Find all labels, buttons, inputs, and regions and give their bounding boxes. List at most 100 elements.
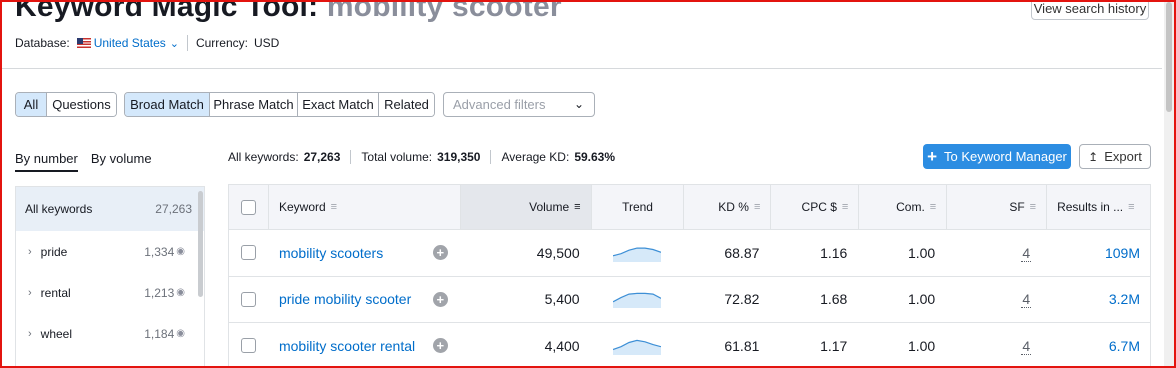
sf-link[interactable]: 4 xyxy=(1021,337,1032,355)
database-label: Database: xyxy=(15,36,70,50)
tab-questions[interactable]: Questions xyxy=(46,93,116,116)
row-select-cell xyxy=(229,245,268,261)
column-header-kd[interactable]: KD % ≡ xyxy=(683,185,770,229)
row-select-cell xyxy=(229,291,268,307)
trend-sparkline xyxy=(613,247,662,262)
keyword-groups-sidebar: All keywords 27,263 › pride 1,334 ◉ › re… xyxy=(15,186,205,368)
results-link[interactable]: 6.7M xyxy=(1109,338,1140,354)
column-header-sf[interactable]: SF ≡ xyxy=(946,185,1046,229)
select-all-cell xyxy=(229,185,268,229)
row-checkbox[interactable] xyxy=(240,338,256,354)
sort-icon: ≡ xyxy=(753,201,761,213)
tab-by-number[interactable]: By number xyxy=(15,151,78,172)
tab-related[interactable]: Related xyxy=(378,93,434,116)
keyword-link[interactable]: mobility scooter rental xyxy=(279,338,415,354)
volume-cell: 5,400 xyxy=(544,291,580,308)
com-cell: 1.00 xyxy=(907,337,936,354)
divider xyxy=(186,35,188,51)
eye-icon[interactable]: ◉ xyxy=(176,328,185,339)
page-title-query: mobility scooter xyxy=(326,0,562,23)
export-button[interactable]: ↥ Export xyxy=(1079,144,1151,169)
sidebar-scrollbar-thumb[interactable] xyxy=(198,191,203,297)
column-header-volume[interactable]: Volume ≡ xyxy=(459,185,591,229)
view-history-button[interactable]: View search history xyxy=(1031,0,1149,20)
to-keyword-manager-label: To Keyword Manager xyxy=(944,149,1067,164)
eye-icon[interactable]: ◉ xyxy=(176,246,185,257)
column-header-results[interactable]: Results in ... ≡ xyxy=(1046,185,1150,229)
header-divider xyxy=(2,68,1162,69)
question-filter-tabs: All Questions xyxy=(15,92,117,117)
column-header-com[interactable]: Com. ≡ xyxy=(858,185,946,229)
sort-icon: ≡ xyxy=(330,201,338,213)
row-checkbox[interactable] xyxy=(240,291,256,307)
currency-label: Currency: xyxy=(195,36,248,50)
page-scrollbar[interactable] xyxy=(1164,2,1174,366)
group-sort-tabs: By number By volume xyxy=(15,151,152,172)
to-keyword-manager-button[interactable]: + To Keyword Manager xyxy=(923,144,1071,169)
keyword-cell: pride mobility scooter + xyxy=(268,291,460,307)
kd-cell: 61.81 xyxy=(724,337,760,354)
tab-all[interactable]: All xyxy=(16,93,46,116)
results-link[interactable]: 109M xyxy=(1105,245,1140,261)
chevron-down-icon: ⌄ xyxy=(573,97,584,111)
sidebar-item-count: 1,184 xyxy=(144,326,175,341)
keyword-link[interactable]: pride mobility scooter xyxy=(279,291,411,307)
stat-keywords-label: All keywords: xyxy=(228,150,299,164)
sidebar-item-label: All keywords xyxy=(25,202,93,216)
database-row: Database: United States ⌄ Currency: USD xyxy=(15,35,279,51)
chevron-down-icon[interactable]: ⌄ xyxy=(170,37,179,50)
plus-icon: + xyxy=(927,146,938,166)
results-link[interactable]: 3.2M xyxy=(1109,291,1140,307)
column-header-cpc[interactable]: CPC $ ≡ xyxy=(770,185,858,229)
database-select[interactable]: United States xyxy=(94,36,166,50)
sort-icon: ≡ xyxy=(929,201,937,213)
results-cell: 3.2M xyxy=(1046,291,1150,307)
divider xyxy=(350,150,352,164)
eye-icon[interactable]: ◉ xyxy=(176,287,185,298)
sidebar-item-wheel[interactable]: › wheel 1,184 ◉ xyxy=(16,313,204,354)
column-header-keyword[interactable]: Keyword ≡ xyxy=(267,185,460,229)
chevron-right-icon[interactable]: › xyxy=(28,328,32,340)
sidebar-item-all-keywords[interactable]: All keywords 27,263 xyxy=(16,187,204,231)
sidebar-item-pride[interactable]: › pride 1,334 ◉ xyxy=(16,231,204,272)
advanced-filters-placeholder: Advanced filters xyxy=(453,97,546,112)
volume-cell: 49,500 xyxy=(536,244,580,261)
row-checkbox[interactable] xyxy=(240,245,256,261)
match-type-tabs: Broad Match Phrase Match Exact Match Rel… xyxy=(124,92,435,117)
add-keyword-icon[interactable]: + xyxy=(432,291,448,307)
trend-area xyxy=(613,340,662,355)
keyword-cell: mobility scooter rental + xyxy=(268,338,460,354)
tab-broad-match[interactable]: Broad Match xyxy=(125,93,209,116)
keyword-cell: mobility scooters + xyxy=(268,245,460,261)
advanced-filters-select[interactable]: Advanced filters ⌄ xyxy=(443,92,595,117)
keywords-table: Keyword ≡ Volume ≡ Trend KD % ≡ CPC $ ≡ Com.… xyxy=(228,184,1151,368)
page-title-prefix: Keyword Magic Tool: xyxy=(15,0,319,23)
sort-icon: ≡ xyxy=(1029,201,1037,213)
add-keyword-icon[interactable]: + xyxy=(432,338,448,354)
stat-volume-value: 319,350 xyxy=(437,150,481,164)
table-row: pride mobility scooter + 5,400 72.82 1.6… xyxy=(229,277,1150,323)
stat-volume-label: Total volume: xyxy=(361,150,433,164)
tab-phrase-match[interactable]: Phrase Match xyxy=(209,93,297,116)
sf-link[interactable]: 4 xyxy=(1021,244,1032,262)
keyword-link[interactable]: mobility scooters xyxy=(279,245,383,261)
table-row: mobility scooters + 49,500 68.87 1.16 1.… xyxy=(229,230,1150,277)
add-keyword-icon[interactable]: + xyxy=(432,245,448,261)
tab-exact-match[interactable]: Exact Match xyxy=(297,93,378,116)
sidebar-item-count: 1,334 xyxy=(144,244,175,259)
sf-link[interactable]: 4 xyxy=(1021,291,1032,309)
sidebar-item-rental[interactable]: › rental 1,213 ◉ xyxy=(16,272,204,313)
sf-cell: 4 xyxy=(946,244,1046,262)
row-select-cell xyxy=(229,338,268,354)
chevron-right-icon[interactable]: › xyxy=(28,246,32,258)
kd-cell: 72.82 xyxy=(724,291,760,308)
currency-value: USD xyxy=(253,36,280,50)
tab-by-volume[interactable]: By volume xyxy=(91,151,152,172)
cpc-cell: 1.17 xyxy=(820,337,848,354)
chevron-right-icon[interactable]: › xyxy=(28,287,32,299)
select-all-checkbox[interactable] xyxy=(240,199,256,215)
sidebar-item-label: pride xyxy=(40,244,68,259)
sidebar-item-count: 27,263 xyxy=(155,202,192,216)
page-scrollbar-thumb[interactable] xyxy=(1166,2,1172,112)
sf-cell: 4 xyxy=(946,337,1046,355)
